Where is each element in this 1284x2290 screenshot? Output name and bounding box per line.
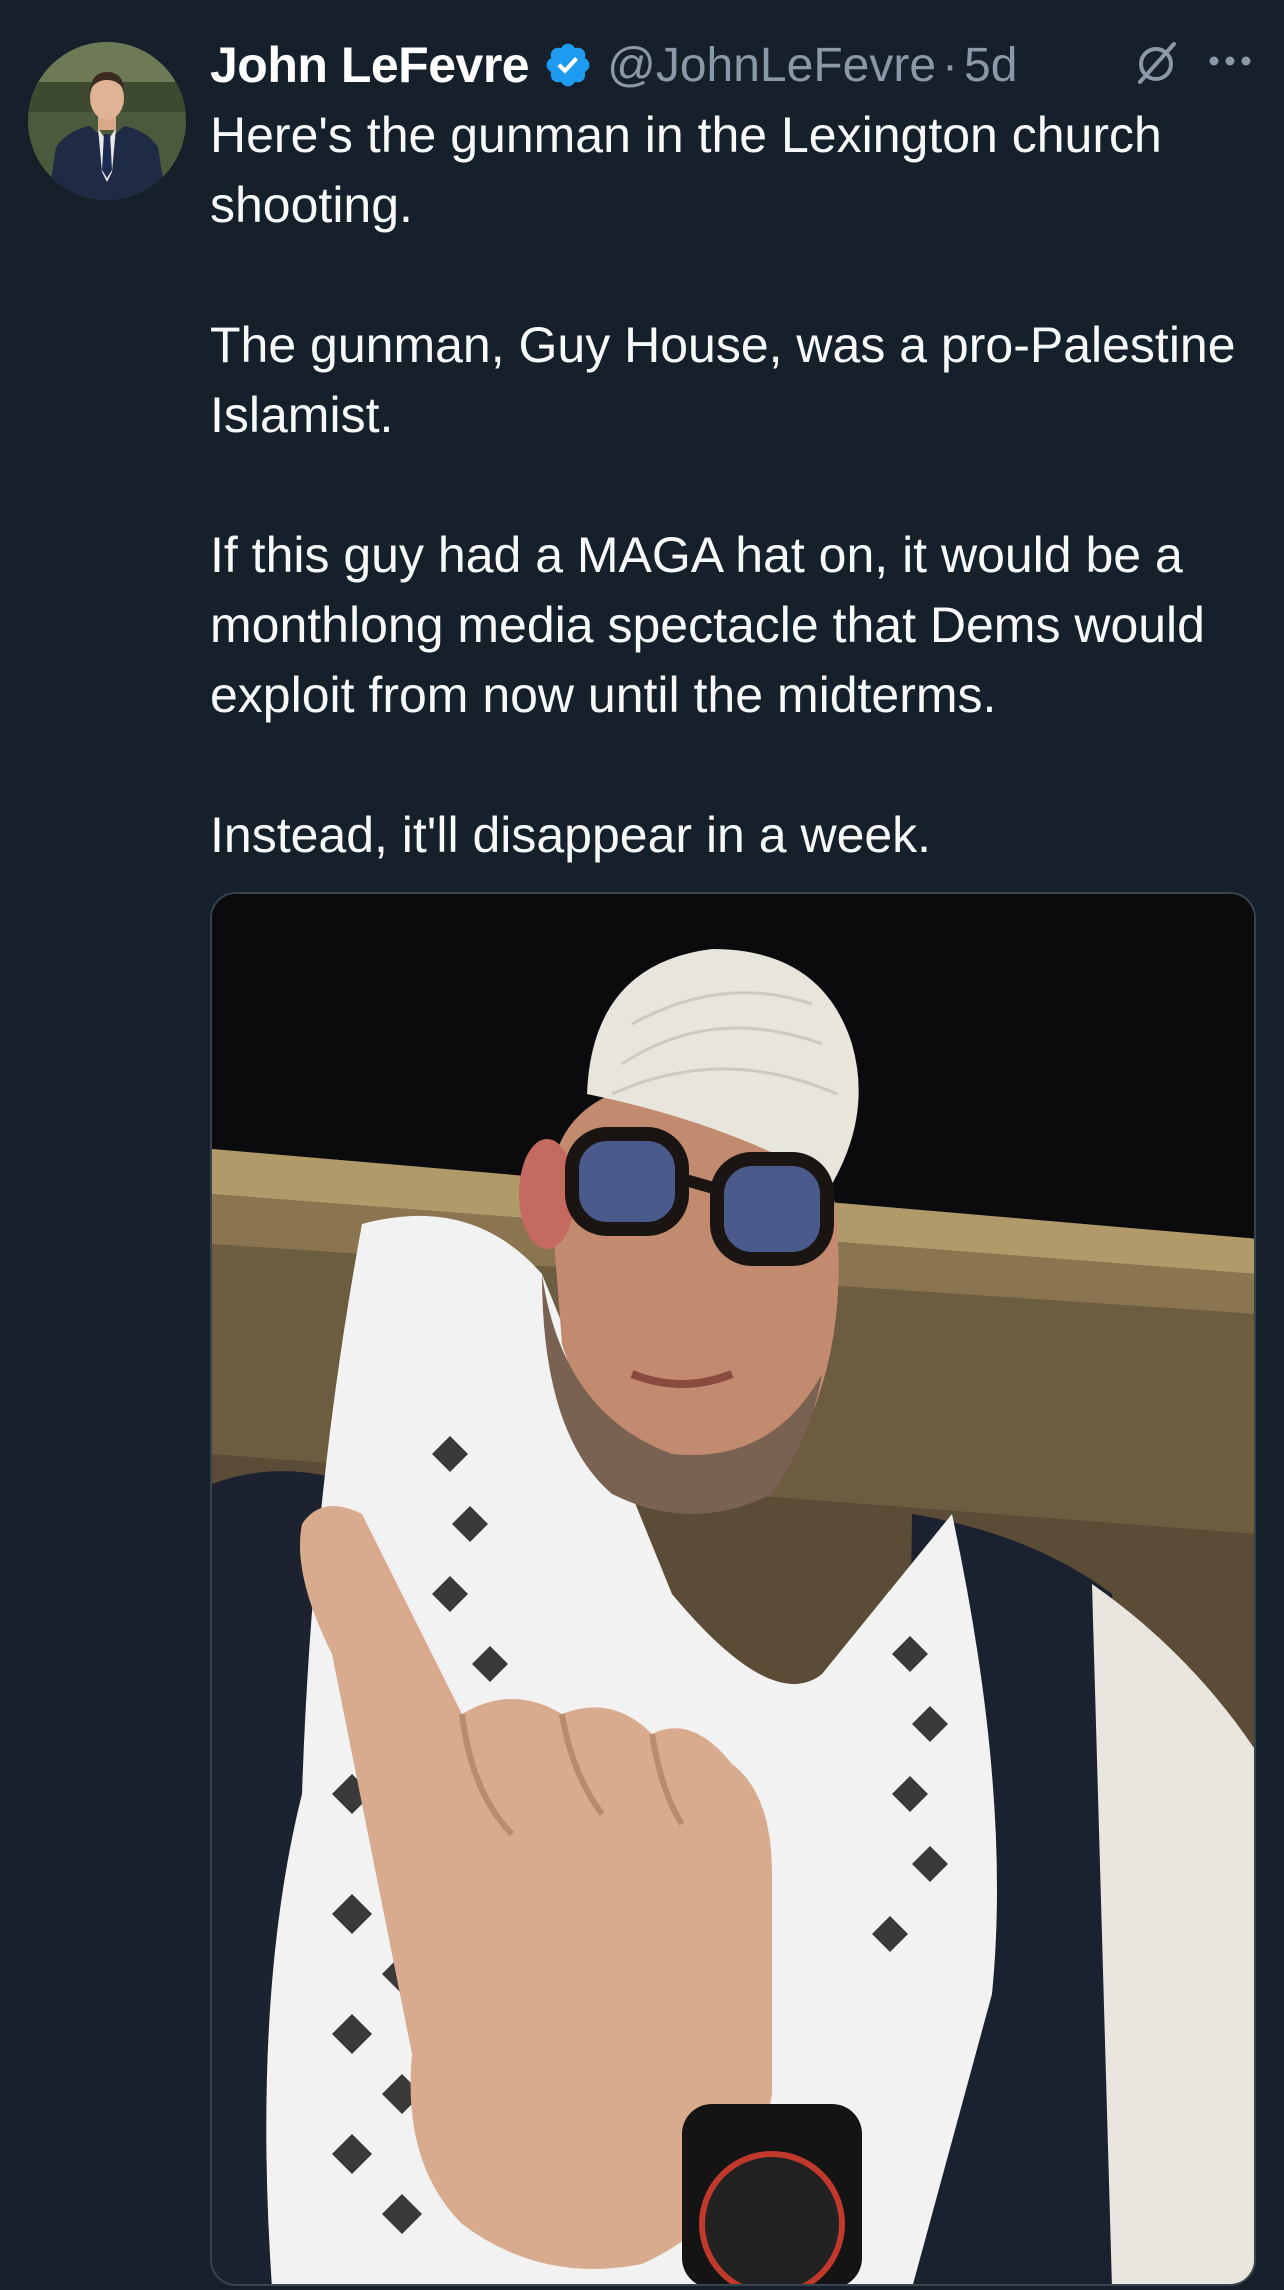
tweet-text: Here's the gunman in the Lexington churc… [210,100,1260,870]
verified-badge-icon [546,43,590,87]
separator-dot: · [942,38,958,92]
user-handle[interactable]: @JohnLeFevre [607,38,936,93]
more-options-icon[interactable] [1206,46,1254,76]
tweet[interactable]: John LeFevre @JohnLeFevre · 5d Here's th… [0,0,1284,2290]
tweet-paragraph: The gunman, Guy House, was a pro-Palesti… [210,317,1236,443]
tweet-paragraph: Here's the gunman in the Lexington churc… [210,107,1162,233]
tweet-photo[interactable] [210,892,1256,2286]
tweet-header: John LeFevre @JohnLeFevre · 5d [210,30,1254,100]
tweet-paragraph: Instead, it'll disappear in a week. [210,807,932,863]
display-name[interactable]: John LeFevre [210,36,530,94]
tweet-paragraph: If this guy had a MAGA hat on, it would … [210,527,1205,723]
timestamp[interactable]: 5d [964,38,1017,93]
avatar-image [28,42,186,200]
avatar[interactable] [28,42,186,200]
grok-icon[interactable] [1134,40,1180,86]
photo-image [212,894,1254,2284]
